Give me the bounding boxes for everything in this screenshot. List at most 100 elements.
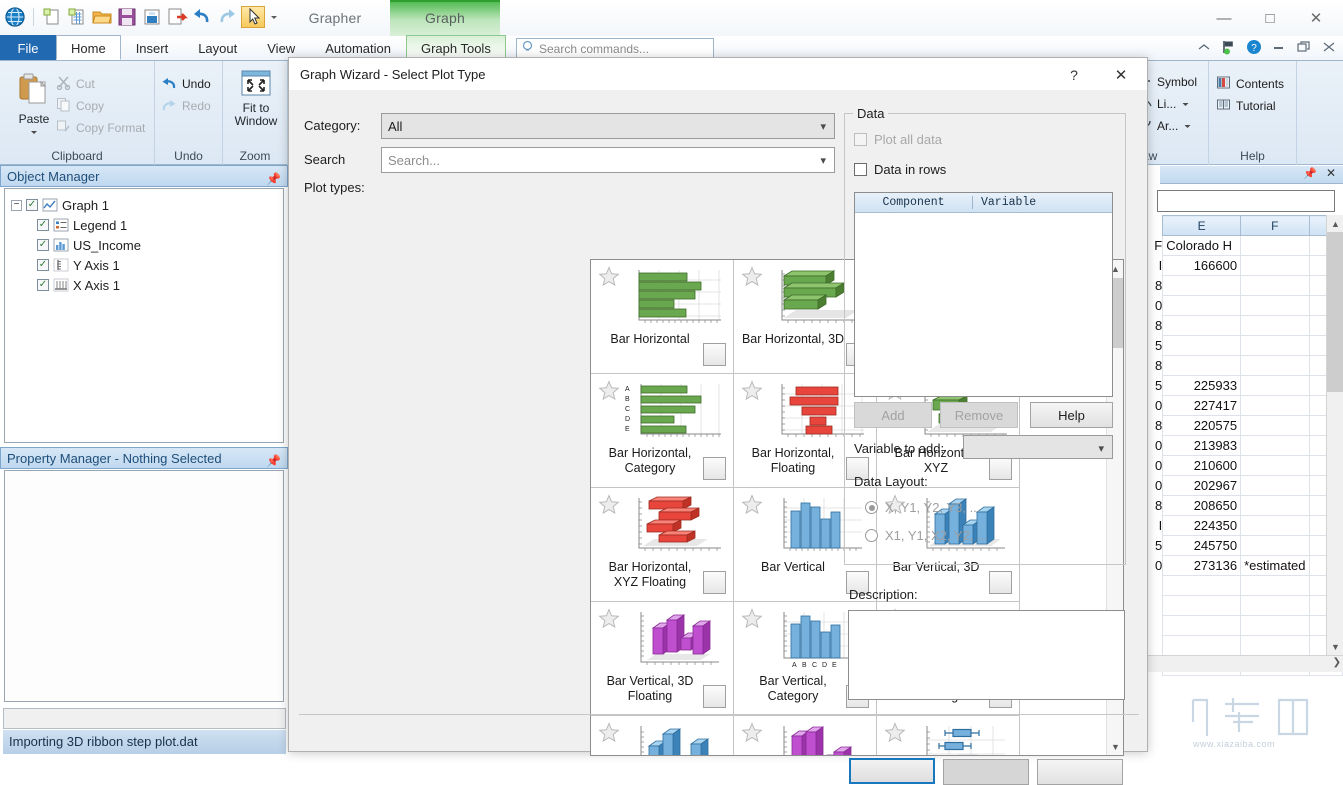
contents-button[interactable]: Contents [1216, 73, 1284, 95]
flag-icon[interactable] [1221, 39, 1237, 55]
cell-e[interactable] [1162, 595, 1242, 616]
table-row[interactable]: 0 227417 [1137, 395, 1343, 416]
cell-f[interactable] [1240, 275, 1310, 296]
scroll-down-arrow-icon[interactable]: ▼ [1327, 638, 1343, 655]
favorite-star-icon[interactable] [598, 722, 620, 743]
scroll-right-arrow-icon[interactable]: ❯ [1333, 657, 1341, 668]
favorite-star-icon[interactable] [598, 608, 620, 629]
scroll-down-arrow-icon[interactable]: ▼ [1107, 738, 1123, 755]
favorite-star-icon[interactable] [741, 380, 763, 401]
worksheet-horizontal-scrollbar[interactable]: ❯ [1137, 655, 1343, 672]
cell-f[interactable]: *estimated [1240, 555, 1310, 576]
cell-e[interactable]: 210600 [1162, 455, 1242, 476]
export-icon[interactable] [166, 6, 188, 28]
tutorial-button[interactable]: Tutorial [1216, 95, 1284, 117]
cell-e[interactable]: 273136 [1162, 555, 1242, 576]
worksheet-grid[interactable]: E F F Colorado H I 166600 8 0 8 5 8 5 22593… [1137, 215, 1343, 677]
cut-button[interactable]: Cut [56, 73, 145, 95]
radio-button-selected[interactable] [865, 501, 878, 514]
layout-option-x1-y1-x2-y2[interactable]: X1, Y1, X2, Y2, ... [865, 528, 988, 543]
visibility-checkbox[interactable]: ✓ [37, 259, 49, 271]
cell-e[interactable]: 166600 [1162, 255, 1242, 276]
table-row[interactable]: 0 213983 [1137, 435, 1343, 456]
plot-type-cell[interactable]: Bar Vertical, 3D Floating [591, 602, 734, 716]
cell-f[interactable] [1240, 355, 1310, 376]
cell-e[interactable] [1162, 315, 1242, 336]
cell-e[interactable]: 225933 [1162, 375, 1242, 396]
plot-type-cell[interactable] [734, 716, 877, 755]
redo-button[interactable]: Redo [161, 95, 211, 117]
plot-type-cell[interactable]: Bar Horizontal [591, 260, 734, 374]
open-icon[interactable] [91, 6, 113, 28]
table-row[interactable] [1137, 615, 1343, 636]
cell-f[interactable] [1240, 395, 1310, 416]
cell-e[interactable]: 220575 [1162, 415, 1242, 436]
ribbon-tab-layout[interactable]: Layout [183, 35, 252, 60]
close-icon[interactable]: ✕ [1326, 166, 1336, 180]
table-row[interactable]: 5 225933 [1137, 375, 1343, 396]
cell-e[interactable]: Colorado H [1162, 235, 1242, 256]
tree-item-x-axis-1[interactable]: ✓ X Axis 1 [11, 275, 283, 295]
favorite-star-icon[interactable] [884, 722, 906, 743]
table-row[interactable]: 0 [1137, 295, 1343, 316]
fit-to-window-button[interactable]: Fit to Window [229, 69, 283, 128]
help-button[interactable]: Help [1030, 402, 1113, 428]
favorite-star-icon[interactable] [741, 494, 763, 515]
data-in-rows-checkbox-row[interactable]: Data in rows [854, 162, 946, 177]
search-commands-box[interactable]: Search commands... [516, 38, 714, 59]
table-row[interactable]: 8 [1137, 355, 1343, 376]
cell-f[interactable] [1240, 515, 1310, 536]
favorite-star-icon[interactable] [741, 722, 763, 743]
save-icon[interactable] [116, 6, 138, 28]
undo-button[interactable]: Undo [161, 73, 211, 95]
table-row[interactable]: 0 202967 [1137, 475, 1343, 496]
favorite-star-icon[interactable] [741, 266, 763, 287]
pin-icon[interactable]: 📌 [266, 169, 281, 190]
plot-type-checkbox[interactable] [703, 571, 726, 594]
layout-option-x-y1-y2-y3[interactable]: X, Y1, Y2, Y3, ... [865, 500, 980, 515]
table-row[interactable] [1137, 595, 1343, 616]
cell-e[interactable]: 227417 [1162, 395, 1242, 416]
cell-e[interactable]: 213983 [1162, 435, 1242, 456]
cell-e[interactable]: 245750 [1162, 535, 1242, 556]
app-globe-icon[interactable] [4, 6, 26, 28]
cell-e[interactable] [1162, 335, 1242, 356]
maximize-button[interactable]: □ [1247, 3, 1293, 33]
pin-icon[interactable]: 📌 [266, 451, 281, 472]
print-icon[interactable] [141, 6, 163, 28]
cell-f[interactable] [1240, 455, 1310, 476]
table-row[interactable]: 5 [1137, 335, 1343, 356]
table-row[interactable]: I 224350 [1137, 515, 1343, 536]
new-worksheet-icon[interactable] [66, 6, 88, 28]
table-row[interactable]: F Colorado H [1137, 235, 1343, 256]
table-row[interactable] [1137, 635, 1343, 656]
cell-e[interactable] [1162, 615, 1242, 636]
favorite-star-icon[interactable] [598, 266, 620, 287]
search-input[interactable]: Search... ▾ [381, 147, 835, 173]
visibility-checkbox[interactable]: ✓ [26, 199, 38, 211]
table-row[interactable]: 8 [1137, 275, 1343, 296]
cell-e[interactable] [1162, 295, 1242, 316]
cell-e[interactable]: 202967 [1162, 475, 1242, 496]
cell-f[interactable] [1240, 475, 1310, 496]
cell-e[interactable]: 208650 [1162, 495, 1242, 516]
qat-dropdown-icon[interactable] [268, 6, 280, 28]
plot-type-cell[interactable] [877, 716, 1020, 755]
remove-button[interactable]: Remove [940, 402, 1018, 428]
copy-button[interactable]: Copy [56, 95, 145, 117]
paste-dropdown-icon[interactable] [28, 126, 40, 140]
close-button[interactable]: ✕ [1293, 3, 1339, 33]
favorite-star-icon[interactable] [741, 608, 763, 629]
dialog-ok-button[interactable] [849, 758, 935, 784]
ribbon-tab-file[interactable]: File [0, 35, 56, 60]
plot-all-data-checkbox-row[interactable]: Plot all data [854, 132, 942, 147]
plot-type-checkbox[interactable] [703, 685, 726, 708]
cell-f[interactable] [1240, 435, 1310, 456]
restore-icon[interactable] [1296, 39, 1312, 55]
document-tab-grapher[interactable]: Grapher [280, 0, 390, 36]
dialog-cancel-button[interactable] [1037, 759, 1123, 785]
plot-all-data-checkbox[interactable] [854, 133, 867, 146]
data-in-rows-checkbox[interactable] [854, 163, 867, 176]
ribbon-tab-insert[interactable]: Insert [121, 35, 184, 60]
category-dropdown[interactable]: All ▾ [381, 113, 835, 139]
